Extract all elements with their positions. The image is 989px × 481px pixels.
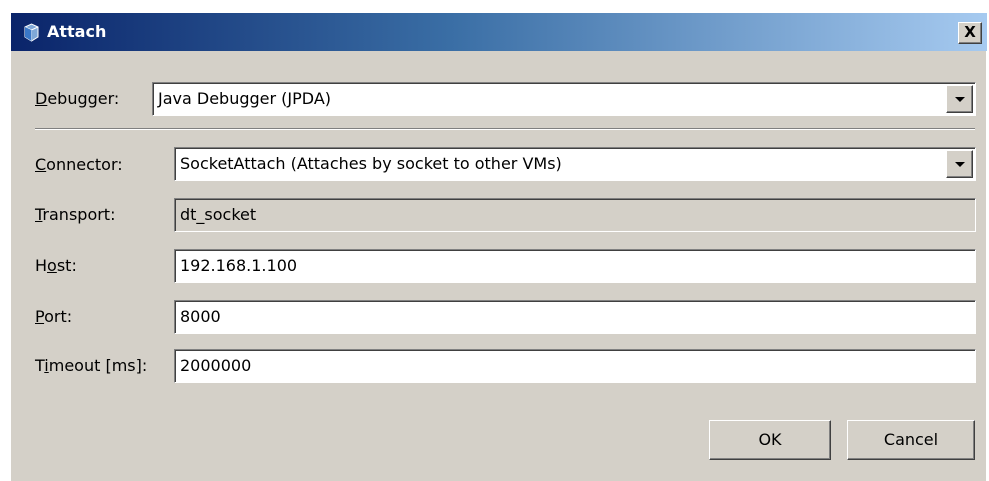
port-input-value: 8000 <box>180 307 221 326</box>
host-label-pre: H <box>35 256 48 275</box>
chevron-down-icon[interactable] <box>946 85 973 113</box>
debugger-label-mnemonic: D <box>35 89 48 108</box>
java-cup-icon <box>24 23 39 42</box>
debugger-select-value: Java Debugger (JPDA) <box>158 89 331 108</box>
chevron-down-icon[interactable] <box>946 150 973 178</box>
connector-select-value: SocketAttach (Attaches by socket to othe… <box>180 154 562 173</box>
ok-button[interactable]: OK <box>709 420 831 460</box>
transport-label: Transport: <box>35 205 115 225</box>
port-label-text: ort: <box>44 307 73 326</box>
host-input-value: 192.168.1.100 <box>180 256 298 275</box>
close-button[interactable]: X <box>958 22 982 44</box>
port-label: Port: <box>35 307 72 327</box>
timeout-label-text: meout [ms]: <box>48 356 148 375</box>
dialog-title: Attach <box>47 22 107 41</box>
connector-label-mnemonic: C <box>35 155 47 174</box>
transport-field: dt_socket <box>174 198 976 232</box>
section-divider <box>35 128 975 130</box>
debugger-select[interactable]: Java Debugger (JPDA) <box>152 82 976 116</box>
transport-value: dt_socket <box>180 205 257 224</box>
host-input[interactable]: 192.168.1.100 <box>174 249 976 283</box>
host-label-mnemonic: o <box>47 256 57 275</box>
connector-select[interactable]: SocketAttach (Attaches by socket to othe… <box>174 147 976 181</box>
connector-label-text: onnector: <box>46 155 123 174</box>
port-input[interactable]: 8000 <box>174 300 976 334</box>
debugger-label: Debugger: <box>35 89 119 109</box>
cancel-button[interactable]: Cancel <box>847 420 975 460</box>
connector-label: Connector: <box>35 155 123 175</box>
port-label-mnemonic: P <box>35 307 45 326</box>
timeout-input-value: 2000000 <box>180 356 252 375</box>
transport-label-text: ransport: <box>42 205 116 224</box>
attach-dialog: Attach X Debugger: Java Debugger (JPDA) … <box>10 13 987 481</box>
timeout-label-pre: T <box>35 356 45 375</box>
timeout-input[interactable]: 2000000 <box>174 349 976 383</box>
title-bar[interactable]: Attach X <box>11 13 987 51</box>
close-icon: X <box>964 23 976 41</box>
debugger-label-text: ebugger: <box>47 89 120 108</box>
timeout-label: Timeout [ms]: <box>35 356 147 376</box>
host-label-text: st: <box>56 256 77 275</box>
host-label: Host: <box>35 256 77 276</box>
